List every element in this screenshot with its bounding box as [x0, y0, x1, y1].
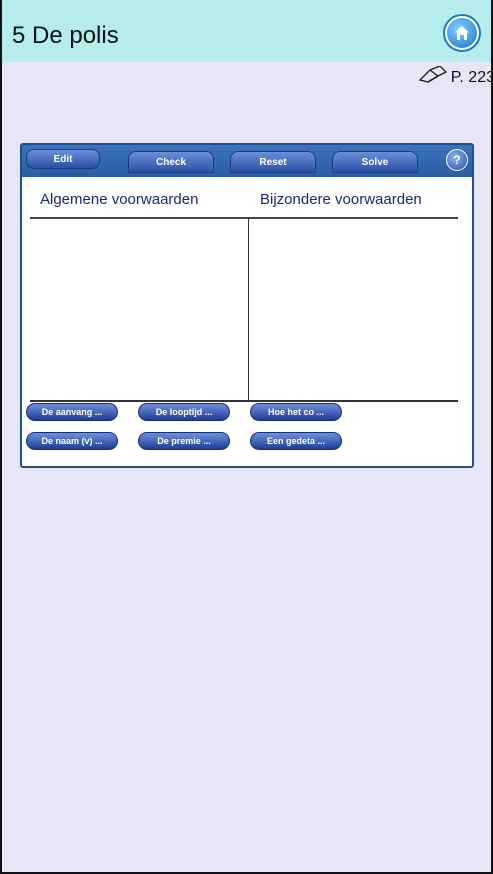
- help-button[interactable]: ?: [446, 149, 468, 171]
- drag-item-aanvang[interactable]: De aanvang ...: [26, 403, 118, 421]
- draggable-items: De aanvang ... De looptijd ... Hoe het c…: [22, 403, 472, 463]
- check-button[interactable]: Check: [128, 151, 214, 173]
- sorting-exercise-widget: Edit Check Reset Solve ? Algemene voorwa…: [20, 143, 474, 468]
- drag-item-premie[interactable]: De premie ...: [138, 432, 230, 450]
- book-icon: [418, 65, 448, 89]
- drag-item-looptijd[interactable]: De looptijd ...: [138, 403, 230, 421]
- drag-item-hoe-het[interactable]: Hoe het co ...: [250, 403, 342, 421]
- drag-item-naam[interactable]: De naam (v) ...: [26, 432, 118, 450]
- drop-zone-algemene[interactable]: [30, 221, 246, 399]
- page-reference-label: P. 223: [450, 68, 493, 86]
- reset-button[interactable]: Reset: [230, 151, 316, 173]
- column-header-bijzondere: Bijzondere voorwaarden: [260, 191, 422, 208]
- header-divider: [30, 217, 458, 219]
- home-button[interactable]: [443, 14, 481, 52]
- column-divider: [248, 217, 249, 402]
- edit-button[interactable]: Edit: [26, 149, 100, 169]
- table-bottom-divider: [30, 400, 458, 402]
- page-reference-link[interactable]: P. 223: [418, 65, 493, 89]
- header-bar: 5 De polis: [2, 0, 491, 62]
- drag-item-gedetailleerde[interactable]: Een gedeta ...: [250, 432, 342, 450]
- page-title: 5 De polis: [12, 22, 119, 49]
- sorting-table: Algemene voorwaarden Bijzondere voorwaar…: [22, 177, 472, 402]
- exercise-toolbar: Edit Check Reset Solve ?: [22, 145, 472, 177]
- column-header-algemene: Algemene voorwaarden: [40, 191, 199, 208]
- solve-button[interactable]: Solve: [332, 151, 418, 173]
- home-icon: [447, 18, 477, 48]
- app-frame: 5 De polis P. 223 Edit Check Reset Solve…: [0, 0, 493, 874]
- drop-zone-bijzondere[interactable]: [250, 221, 460, 399]
